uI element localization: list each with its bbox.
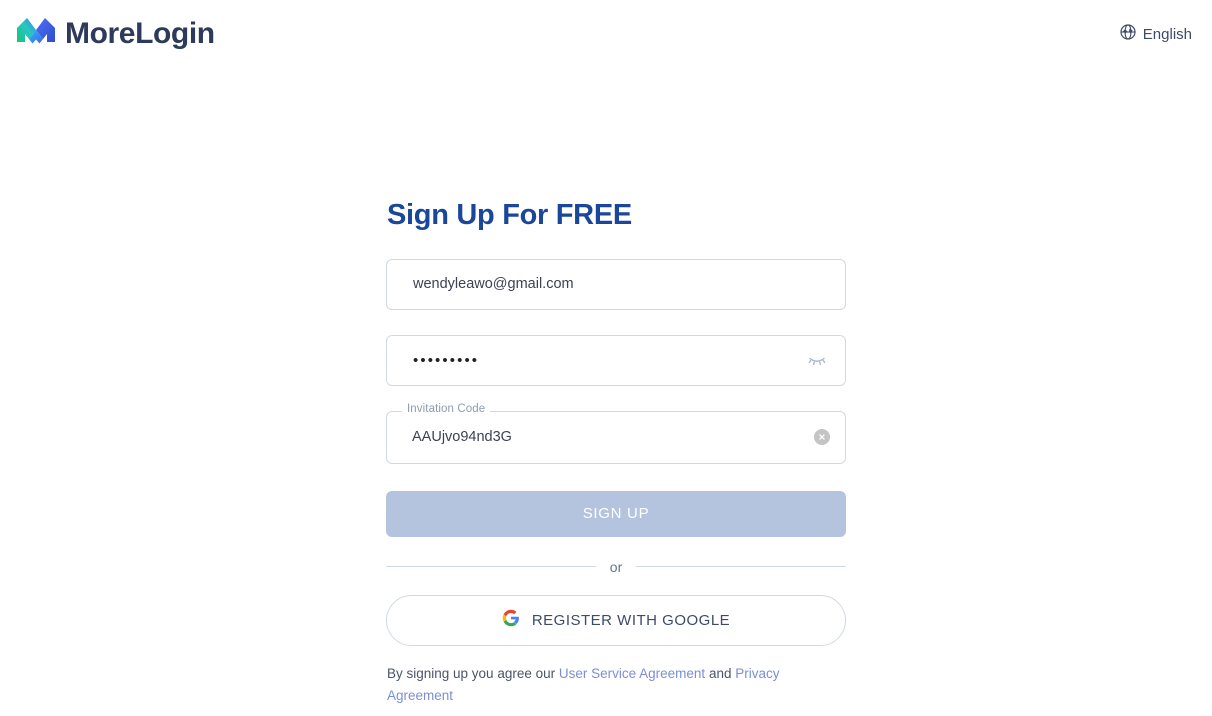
- language-selector[interactable]: English: [1120, 24, 1192, 44]
- morelogin-logo-icon: [16, 15, 56, 54]
- globe-icon: [1120, 24, 1136, 44]
- terms-prefix: By signing up you agree our: [387, 665, 559, 681]
- signup-button[interactable]: SIGN UP: [386, 490, 846, 537]
- register-with-google-label: REGISTER WITH GOOGLE: [531, 611, 731, 629]
- page-header: MoreLogin English: [0, 0, 1212, 68]
- eye-off-icon[interactable]: [805, 348, 829, 372]
- brand-name: MoreLogin: [65, 17, 215, 50]
- email-field[interactable]: [386, 258, 846, 310]
- invitation-code-field[interactable]: Invitation Code: [386, 403, 846, 464]
- email-input[interactable]: [387, 259, 845, 309]
- invitation-code-input[interactable]: [386, 410, 846, 464]
- divider-label: or: [609, 558, 623, 575]
- google-g-icon: [502, 609, 520, 631]
- brand-logo: MoreLogin: [16, 15, 215, 54]
- page-title: Sign Up For FREE: [387, 199, 632, 231]
- signup-form: Sign Up For FREE ••••••••• Invitation Co…: [386, 199, 847, 707]
- password-field[interactable]: •••••••••: [386, 334, 846, 386]
- terms-text: By signing up you agree our User Service…: [387, 663, 792, 707]
- register-with-google-button[interactable]: REGISTER WITH GOOGLE: [386, 594, 846, 646]
- user-service-agreement-link[interactable]: User Service Agreement: [559, 666, 705, 681]
- terms-middle: and: [705, 665, 736, 681]
- language-label: English: [1142, 25, 1192, 43]
- clear-circle-icon[interactable]: [814, 429, 830, 446]
- password-input[interactable]: •••••••••: [387, 353, 523, 368]
- divider-line-left: [386, 566, 596, 568]
- or-divider: or: [386, 558, 847, 575]
- divider-line-right: [636, 566, 847, 568]
